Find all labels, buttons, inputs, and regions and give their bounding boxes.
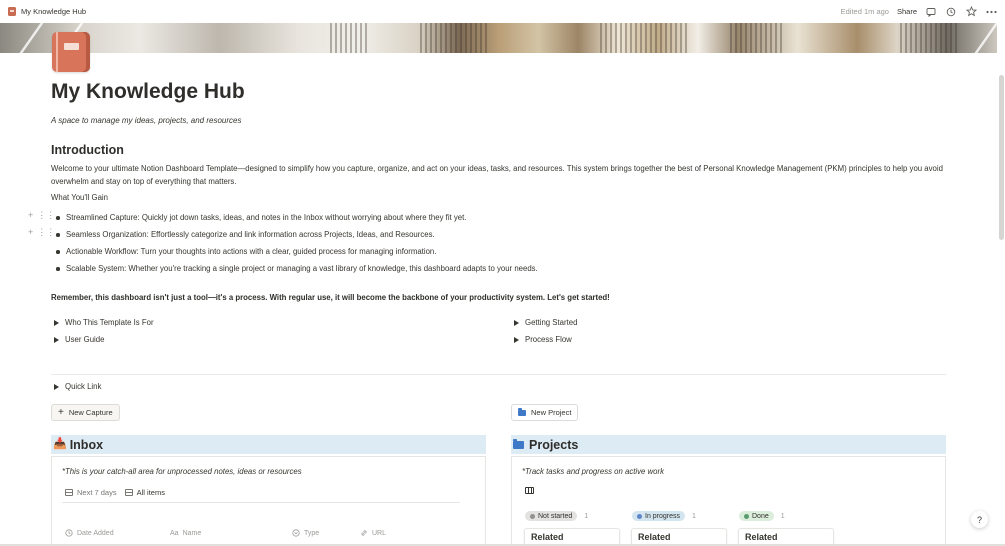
add-block-icon[interactable]: +	[28, 210, 33, 221]
views-divider	[62, 502, 460, 503]
status-dot-icon	[530, 513, 535, 519]
table-icon	[65, 488, 73, 496]
cover-image	[0, 23, 997, 53]
folder-icon	[513, 438, 524, 449]
page-title: My Knowledge Hub	[51, 80, 245, 103]
folder-icon	[518, 407, 526, 416]
tab-label: Next 7 days	[77, 487, 117, 497]
column-url[interactable]: URL	[360, 529, 386, 537]
projects-heading: Projects	[511, 435, 946, 454]
status-label: In progress	[645, 512, 681, 520]
toggle-triangle-icon[interactable]	[54, 383, 59, 390]
table-icon	[124, 488, 133, 496]
text-icon: Aa	[170, 529, 179, 537]
column-label: Type	[304, 529, 320, 537]
status-dot-icon	[744, 513, 749, 519]
column-date-added[interactable]: Date Added	[65, 529, 170, 537]
plus-icon: +	[58, 406, 64, 418]
toggle-who-for[interactable]: Who This Template Is For	[54, 318, 154, 327]
toggle-label: Who This Template Is For	[65, 318, 154, 327]
new-capture-button[interactable]: + New Capture	[51, 404, 120, 421]
book-icon[interactable]	[52, 32, 90, 72]
top-bar: My Knowledge Hub Edited 1m ago Share	[0, 0, 1005, 23]
toggle-triangle-icon[interactable]	[514, 319, 519, 326]
gain-label: What You'll Gain	[51, 193, 108, 202]
tab-all-items[interactable]: All items	[124, 485, 166, 503]
toggle-triangle-icon[interactable]	[54, 319, 59, 326]
comment-icon[interactable]	[925, 6, 937, 18]
link-icon	[361, 530, 367, 536]
star-icon[interactable]	[965, 6, 977, 18]
status-badge[interactable]: In progress	[632, 511, 686, 521]
toggle-label: Process Flow	[525, 335, 572, 344]
gain-list: Streamlined Capture: Quickly jot down ta…	[55, 209, 945, 277]
drag-handle-icon[interactable]: ⋮⋮	[37, 210, 55, 221]
intro-heading: Introduction	[51, 143, 124, 157]
block-handle[interactable]: + ⋮⋮	[28, 227, 55, 238]
list-item: Seamless Organization: Effortlessly cate…	[55, 226, 945, 243]
projects-heading-label: Projects	[529, 437, 579, 452]
page-subtitle: A space to manage my ideas, projects, an…	[51, 116, 242, 125]
new-project-button[interactable]: New Project	[511, 404, 579, 421]
projects-note: *Track tasks and progress on active work	[522, 467, 664, 476]
status-label: Not started	[538, 512, 573, 520]
column-type[interactable]: Type	[292, 529, 360, 537]
tab-next-7-days[interactable]: Next 7 days	[65, 485, 117, 499]
clock-icon	[65, 529, 73, 537]
toggle-label: Quick Link	[65, 382, 102, 391]
status-dot-icon	[637, 513, 642, 519]
column-label: Name	[182, 529, 202, 537]
breadcrumb-label: My Knowledge Hub	[21, 7, 87, 16]
board-view-icon[interactable]	[525, 487, 534, 494]
more-icon[interactable]	[985, 6, 997, 18]
toggle-process-flow[interactable]: Process Flow	[514, 335, 572, 344]
toggle-user-guide[interactable]: User Guide	[54, 335, 104, 344]
help-button[interactable]: ?	[971, 511, 988, 528]
book-icon	[8, 7, 16, 16]
help-icon: ?	[976, 514, 982, 525]
status-badge[interactable]: Not started	[525, 511, 578, 521]
share-button[interactable]: Share	[897, 7, 917, 16]
status-label: Done	[752, 512, 769, 520]
toggle-triangle-icon[interactable]	[54, 336, 59, 343]
inbox-view-tabs: Next 7 days All items	[65, 485, 166, 503]
toggle-triangle-icon[interactable]	[514, 336, 519, 343]
add-block-icon[interactable]: +	[28, 227, 33, 238]
toggle-label: Getting Started	[525, 318, 578, 327]
list-item: Scalable System: Whether you're tracking…	[55, 260, 945, 277]
inbox-note: *This is your catch-all area for unproce…	[62, 467, 302, 476]
button-label: New Capture	[68, 408, 113, 417]
remember-callout: Remember, this dashboard isn't just a to…	[51, 293, 610, 302]
inbox-tray-icon: 📥	[53, 438, 67, 450]
clock-icon[interactable]	[945, 6, 957, 18]
intro-paragraph: Welcome to your ultimate Notion Dashboar…	[51, 164, 943, 186]
group-in-progress: In progress 1	[632, 511, 696, 521]
tab-label: All items	[136, 487, 165, 497]
drag-handle-icon[interactable]: ⋮⋮	[37, 227, 55, 238]
toggle-getting-started[interactable]: Getting Started	[514, 318, 577, 327]
breadcrumb[interactable]: My Knowledge Hub	[8, 7, 86, 16]
inbox-heading: 📥 Inbox	[51, 435, 486, 454]
column-label: URL	[372, 529, 387, 537]
group-count: 1	[584, 512, 589, 520]
select-icon	[292, 529, 300, 537]
divider	[51, 374, 946, 375]
column-name[interactable]: Aa Name	[170, 529, 292, 537]
group-count: 1	[780, 512, 785, 520]
edited-timestamp: Edited 1m ago	[840, 7, 889, 16]
group-done: Done 1	[739, 511, 785, 521]
list-item: Streamlined Capture: Quickly jot down ta…	[55, 209, 945, 226]
button-label: New Project	[531, 408, 572, 417]
inbox-heading-label: Inbox	[69, 437, 104, 452]
list-item: Actionable Workflow: Turn your thoughts …	[55, 243, 945, 260]
block-handle[interactable]: + ⋮⋮	[28, 210, 55, 221]
group-count: 1	[692, 512, 696, 520]
toggle-quick-link[interactable]: Quick Link	[54, 382, 101, 391]
inbox-table-header: Date Added Aa Name Type URL	[65, 529, 386, 537]
scrollbar[interactable]	[999, 75, 1004, 240]
status-badge[interactable]: Done	[739, 511, 774, 521]
column-label: Date Added	[77, 529, 114, 537]
group-not-started: Not started 1	[525, 511, 588, 521]
toggle-label: User Guide	[65, 335, 105, 344]
